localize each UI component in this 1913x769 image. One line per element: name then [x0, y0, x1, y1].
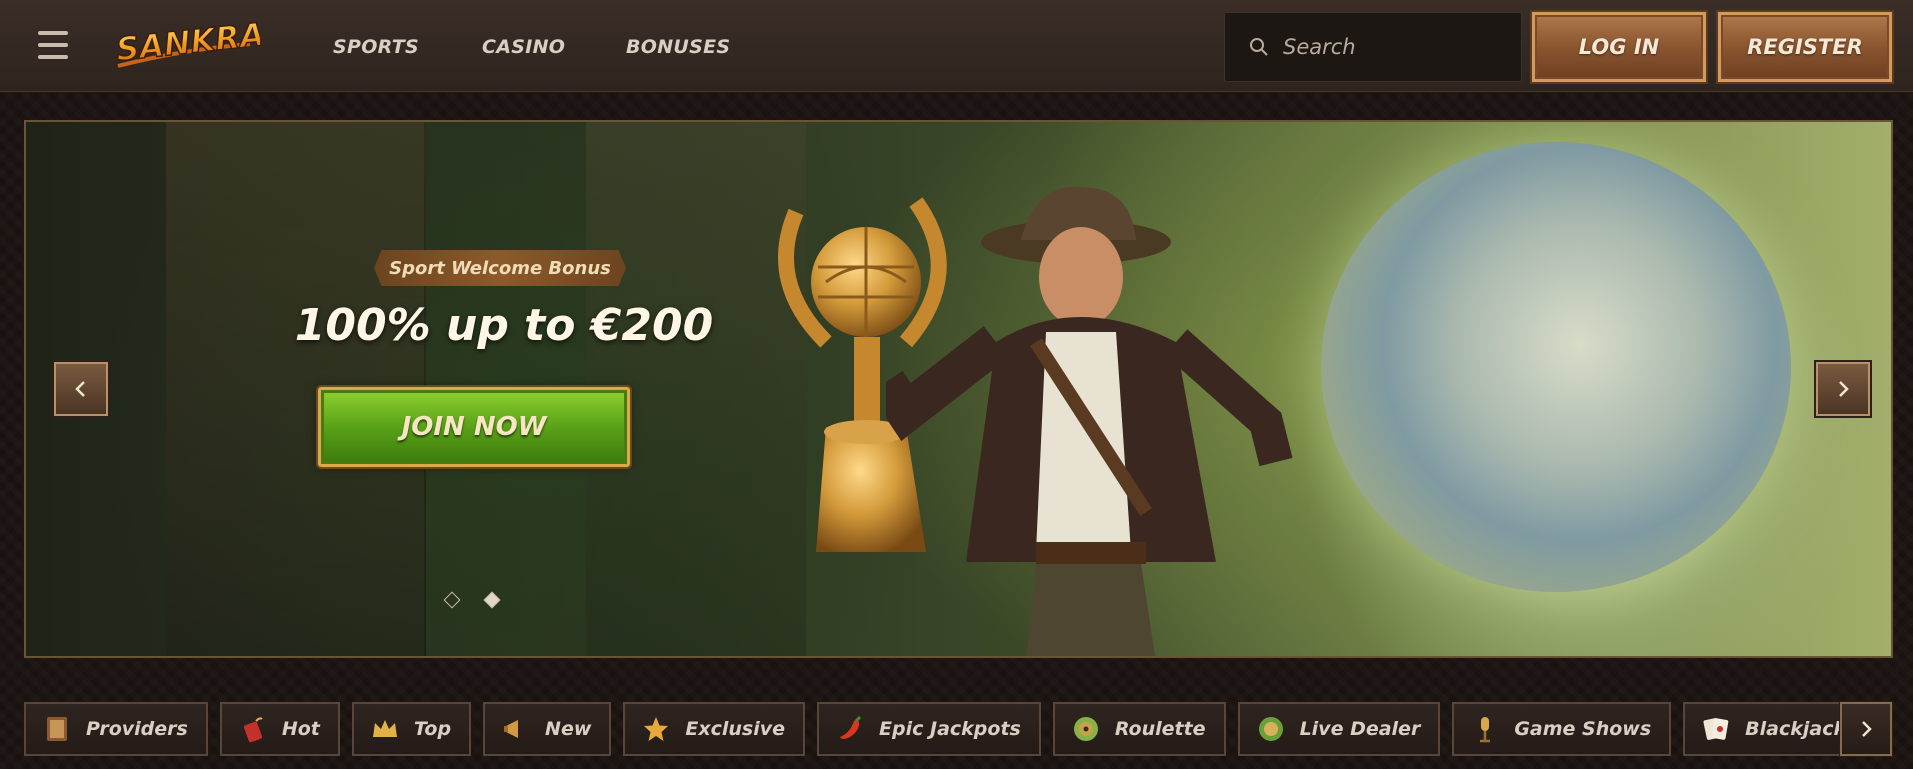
category-label: Game Shows: [1514, 718, 1652, 740]
join-now-button[interactable]: JOIN NOW: [316, 385, 632, 469]
category-next-button[interactable]: [1839, 701, 1893, 757]
category-providers[interactable]: Providers: [24, 702, 208, 756]
bonus-tag: Sport Welcome Bonus: [374, 250, 626, 286]
category-roulette[interactable]: Roulette: [1052, 702, 1226, 756]
adventurer-image: [886, 186, 1293, 656]
category-new[interactable]: New: [483, 702, 612, 756]
category-label: Live Dealer: [1299, 718, 1421, 740]
category-exclusive[interactable]: Exclusive: [623, 702, 806, 756]
category-epic-jackpots[interactable]: Epic Jackpots: [817, 702, 1041, 756]
star-icon: [641, 714, 671, 744]
category-label: Top: [413, 718, 452, 740]
banner-next-button[interactable]: [1814, 360, 1872, 418]
slide-dot-1[interactable]: [443, 591, 461, 609]
microphone-icon: [1470, 714, 1500, 744]
site-header: SANKRA SPORTS CASINO BONUSES LOG IN REGI…: [0, 0, 1913, 92]
chevron-left-icon: [75, 381, 85, 397]
hamburger-menu-icon[interactable]: [38, 31, 68, 59]
promo-banner[interactable]: Sport Welcome Bonus 100% up to €200 JOIN…: [24, 120, 1893, 658]
svg-text:SANKRA: SANKRA: [114, 15, 260, 68]
nav-casino[interactable]: CASINO: [482, 36, 565, 58]
category-live-dealer[interactable]: Live Dealer: [1237, 702, 1441, 756]
crown-icon: [370, 714, 400, 744]
cards-icon: [1701, 714, 1731, 744]
sankra-logo[interactable]: SANKRA: [110, 14, 267, 74]
category-label: Hot: [281, 718, 320, 740]
dynamite-icon: [238, 714, 268, 744]
megaphone-icon: [501, 714, 531, 744]
category-label: Providers: [86, 718, 188, 740]
category-label: Roulette: [1114, 718, 1206, 740]
chevron-right-icon: [1862, 721, 1872, 737]
register-button[interactable]: REGISTER: [1716, 10, 1894, 84]
boulder-image: [1321, 142, 1791, 592]
category-game-shows[interactable]: Game Shows: [1452, 702, 1672, 756]
chevron-right-icon: [1839, 381, 1849, 397]
search-input[interactable]: [1283, 35, 1503, 59]
category-label: Exclusive: [685, 718, 786, 740]
category-top[interactable]: Top: [351, 702, 472, 756]
slide-indicators: [443, 591, 501, 609]
book-icon: [42, 714, 72, 744]
category-label: New: [545, 718, 592, 740]
category-bar: Providers Hot Top New Exclusive Epic Jac…: [24, 702, 1854, 756]
roulette-icon: [1071, 714, 1101, 744]
category-blackjack[interactable]: Blackjack: [1683, 702, 1854, 756]
banner-prev-button[interactable]: [52, 360, 110, 418]
search-icon: [1250, 38, 1268, 56]
slide-dot-2[interactable]: [483, 591, 501, 609]
nav-bonuses[interactable]: BONUSES: [626, 36, 730, 58]
category-hot[interactable]: Hot: [219, 702, 340, 756]
category-label: Epic Jackpots: [879, 718, 1021, 740]
search-box[interactable]: [1224, 12, 1522, 82]
nav-sports[interactable]: SPORTS: [333, 36, 419, 58]
login-button[interactable]: LOG IN: [1530, 10, 1708, 84]
chip-icon: [1256, 714, 1286, 744]
chili-icon: [835, 714, 865, 744]
category-label: Blackjack: [1745, 718, 1847, 740]
bonus-headline: 100% up to €200: [294, 300, 714, 351]
